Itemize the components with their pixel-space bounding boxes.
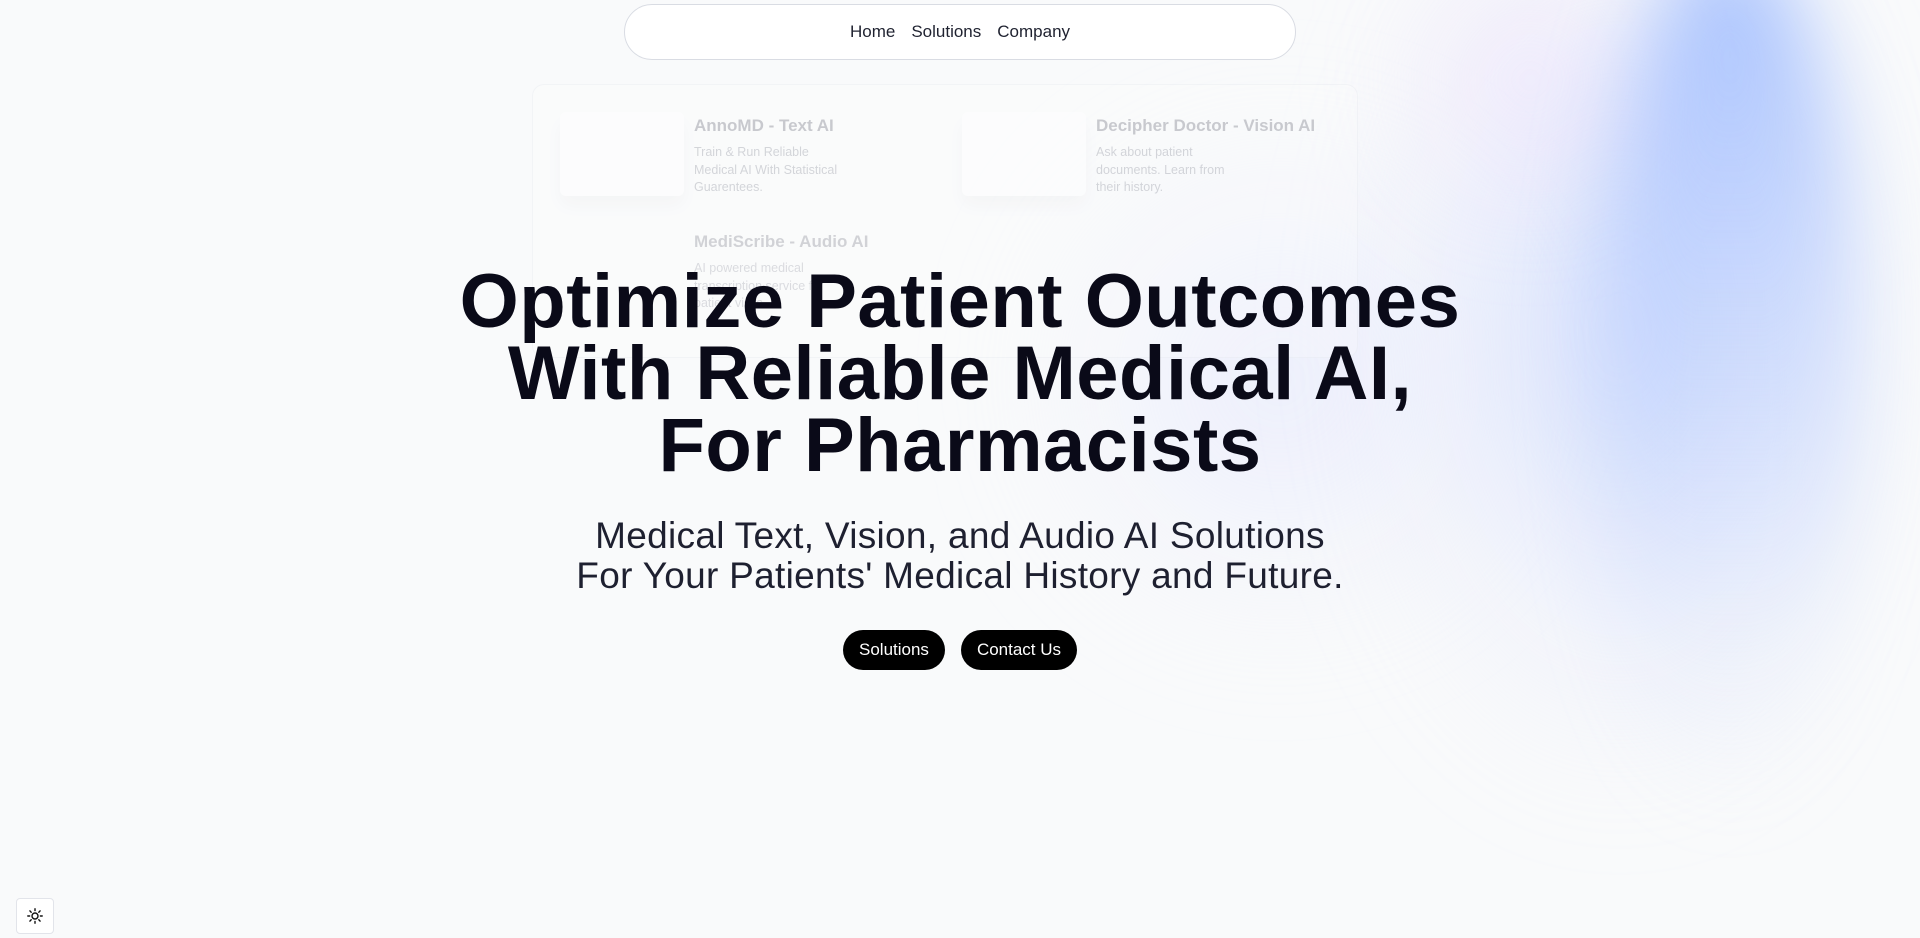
page: Home Solutions Company AnnoMD - Text AI … <box>0 0 1920 938</box>
hero-title: Optimize Patient Outcomes With Reliable … <box>360 259 1560 488</box>
hero-subtitle-line: For Your Patients' Medical History and F… <box>576 555 1344 596</box>
background-gradient-stripe <box>1600 0 1860 820</box>
solutions-button[interactable]: Solutions <box>843 630 945 670</box>
theme-toggle-button[interactable] <box>16 898 54 934</box>
hero-title-line: Optimize Patient Outcomes <box>459 259 1461 344</box>
top-nav: Home Solutions Company <box>624 4 1296 60</box>
hero-title-line: For Pharmacists <box>658 403 1262 488</box>
nav-home-link[interactable]: Home <box>850 18 895 46</box>
contact-us-button[interactable]: Contact Us <box>960 630 1078 670</box>
sun-icon <box>27 908 43 924</box>
cta-row: Solutions Contact Us <box>843 630 1078 670</box>
hero-title-line: With Reliable Medical AI, <box>507 331 1413 416</box>
nav-solutions-link[interactable]: Solutions <box>911 18 981 46</box>
nav-company-link[interactable]: Company <box>997 18 1070 46</box>
hero-subtitle: Medical Text, Vision, and Audio AI Solut… <box>360 516 1560 596</box>
background-glow <box>1380 0 1680 200</box>
hero-subtitle-line: Medical Text, Vision, and Audio AI Solut… <box>595 515 1325 556</box>
